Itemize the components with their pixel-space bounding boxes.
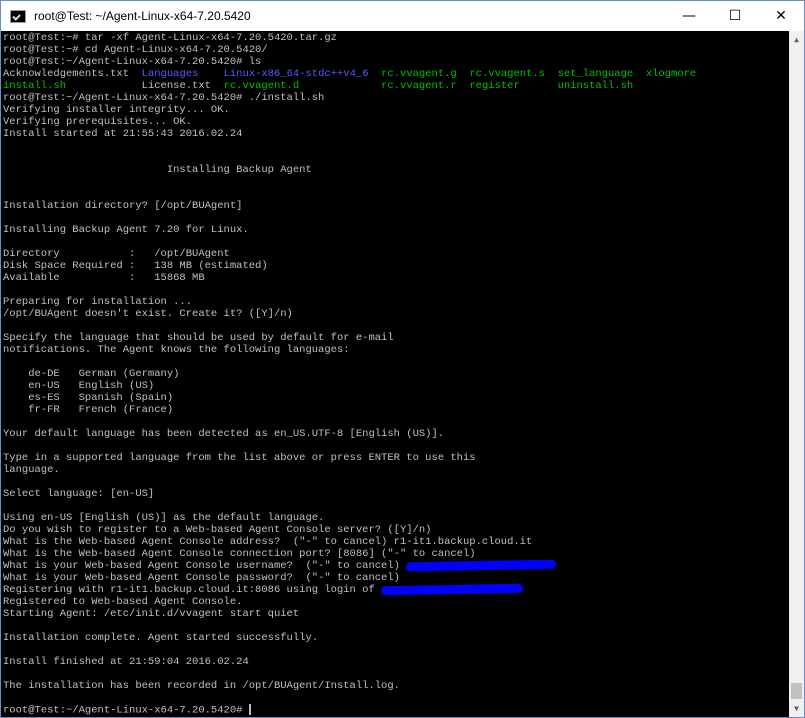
ls-entry-executable: register bbox=[469, 80, 520, 92]
terminal-line: What is your Web-based Agent Console pas… bbox=[3, 572, 400, 584]
window-controls: — ☐ ✕ bbox=[666, 1, 804, 31]
ls-entry-directory: Languages bbox=[141, 68, 199, 80]
terminal-line: Type in a supported language from the li… bbox=[3, 452, 476, 464]
ls-entry-executable: uninstall.sh bbox=[557, 80, 634, 92]
terminal-line: language. bbox=[3, 464, 60, 476]
terminal-line: Registering with r1-it1.backup.cloud.it:… bbox=[3, 584, 382, 596]
terminal-line: Installing Backup Agent 7.20 for Linux. bbox=[3, 224, 249, 236]
ls-entry-executable: xlogmore bbox=[645, 68, 697, 80]
terminal-line: Install started at 21:55:43 2016.02.24 bbox=[3, 128, 243, 140]
ls-entry-directory: Linux-x86_64-stdc++v4_6 bbox=[223, 68, 369, 80]
scroll-up-button[interactable]: ▲ bbox=[789, 31, 804, 48]
maximize-button[interactable]: ☐ bbox=[712, 1, 758, 31]
terminal-line: fr-FR French (France) bbox=[3, 404, 174, 416]
terminal-line: /opt/BUAgent doesn't exist. Create it? (… bbox=[3, 308, 293, 320]
terminal-line: root@Test:~/Agent-Linux-x64-7.20.5420# l… bbox=[3, 56, 262, 68]
terminal-line: Installation complete. Agent started suc… bbox=[3, 632, 319, 644]
terminal-line: Verifying prerequisites... OK. bbox=[3, 116, 193, 128]
terminal-line: Do you wish to register to a Web-based A… bbox=[3, 524, 432, 536]
terminal-line: Registered to Web-based Agent Console. bbox=[3, 596, 243, 608]
terminal-line: Specify the language that should be used… bbox=[3, 332, 394, 344]
terminal-line: notifications. The Agent knows the follo… bbox=[3, 344, 350, 356]
minimize-button[interactable]: — bbox=[666, 1, 712, 31]
scroll-down-button[interactable]: ▼ bbox=[789, 700, 804, 717]
ls-entry: Acknowledgements.txt bbox=[3, 68, 130, 80]
terminal-line: Available : 15868 MB bbox=[3, 272, 205, 284]
terminal-line: root@Test:~# cd Agent-Linux-x64-7.20.542… bbox=[3, 44, 268, 56]
redaction-mark bbox=[406, 559, 557, 572]
text-cursor bbox=[248, 704, 251, 715]
ls-entry-executable: install.sh bbox=[3, 80, 67, 92]
terminal-line: Installation directory? [/opt/BUAgent] bbox=[3, 200, 243, 212]
ls-entry: License.txt bbox=[141, 80, 211, 92]
terminal-line: Install finished at 21:59:04 2016.02.24 bbox=[3, 656, 249, 668]
terminal-line: Starting Agent: /etc/init.d/vvagent star… bbox=[3, 608, 300, 620]
terminal-line: Verifying installer integrity... OK. bbox=[3, 104, 230, 116]
maximize-icon: ☐ bbox=[728, 8, 742, 24]
ls-entry-executable: set_language bbox=[557, 68, 634, 80]
window-title: root@Test: ~/Agent-Linux-x64-7.20.5420 bbox=[34, 9, 251, 23]
terminal-window: root@Test: ~/Agent-Linux-x64-7.20.5420 —… bbox=[0, 0, 805, 718]
ls-entry-executable: rc.vvagent.g bbox=[381, 68, 457, 80]
terminal-line: Your default language has been detected … bbox=[3, 428, 445, 440]
terminal-line: en-US English (US) bbox=[3, 380, 155, 392]
terminal-line: de-DE German (Germany) bbox=[3, 368, 180, 380]
ls-entry-executable: rc.vvagent.d bbox=[223, 80, 300, 92]
minimize-icon: — bbox=[682, 8, 696, 24]
chevron-up-icon: ▲ bbox=[794, 35, 799, 44]
redaction-mark bbox=[380, 583, 524, 595]
terminal-line: Disk Space Required : 138 MB (estimated) bbox=[3, 260, 268, 272]
terminal-line: What is the Web-based Agent Console conn… bbox=[3, 548, 476, 560]
close-icon: ✕ bbox=[775, 8, 787, 24]
terminal-line: What is the Web-based Agent Console addr… bbox=[3, 536, 533, 548]
terminal-line: root@Test:~# tar -xf Agent-Linux-x64-7.2… bbox=[3, 32, 337, 44]
terminal-line: Using en-US [English (US)] as the defaul… bbox=[3, 512, 325, 524]
ls-entry-executable: rc.vvagent.s bbox=[469, 68, 545, 80]
terminal-line: Directory : /opt/BUAgent bbox=[3, 248, 230, 260]
installer-heading: Installing Backup Agent bbox=[3, 164, 312, 176]
terminal-line: es-ES Spanish (Spain) bbox=[3, 392, 174, 404]
terminal-line: root@Test:~/Agent-Linux-x64-7.20.5420# .… bbox=[3, 92, 325, 104]
terminal-line: Select language: [en-US] bbox=[3, 488, 155, 500]
title-bar[interactable]: root@Test: ~/Agent-Linux-x64-7.20.5420 —… bbox=[1, 1, 804, 31]
terminal-line: Preparing for installation ... bbox=[3, 296, 193, 308]
vertical-scrollbar[interactable]: ▲ ▼ bbox=[789, 31, 804, 717]
terminal-line: What is your Web-based Agent Console use… bbox=[3, 560, 407, 572]
shell-prompt: root@Test:~/Agent-Linux-x64-7.20.5420# bbox=[3, 704, 249, 717]
close-button[interactable]: ✕ bbox=[758, 1, 804, 31]
scroll-thumb[interactable] bbox=[791, 683, 802, 699]
terminal-icon bbox=[10, 9, 26, 23]
terminal-output[interactable]: root@Test:~# tar -xf Agent-Linux-x64-7.2… bbox=[1, 31, 789, 717]
chevron-down-icon: ▼ bbox=[794, 704, 799, 713]
ls-entry-executable: rc.vvagent.r bbox=[381, 80, 457, 92]
terminal-line: The installation has been recorded in /o… bbox=[3, 680, 400, 692]
